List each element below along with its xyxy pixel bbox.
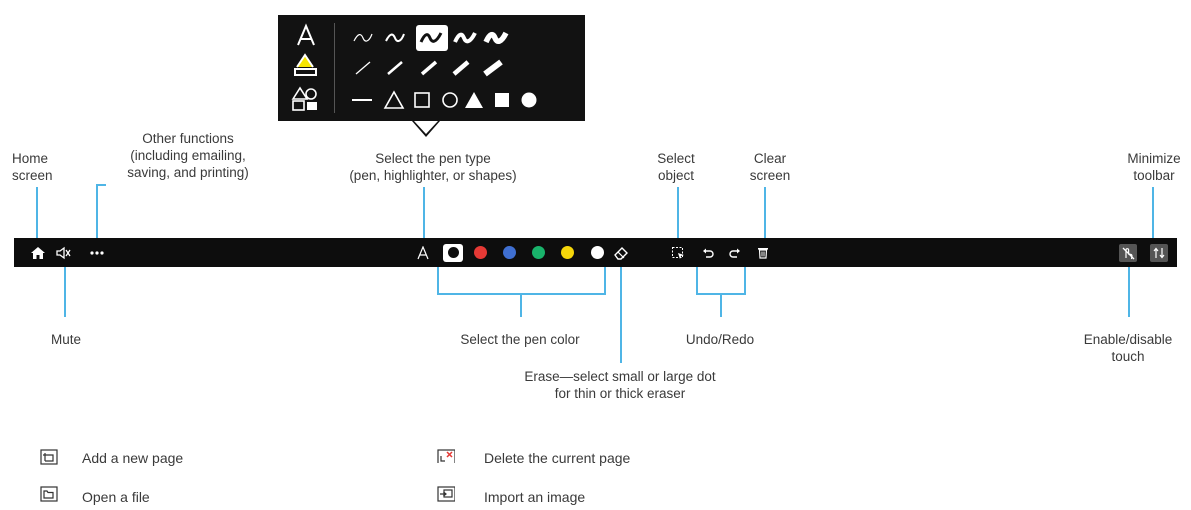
callout-eraser [620, 267, 622, 363]
callout-clear-screen [764, 187, 766, 238]
touch-toggle-icon [1122, 247, 1135, 259]
mute-button[interactable] [54, 238, 72, 267]
callout-undo-left [696, 267, 698, 295]
pen-color-black [447, 247, 459, 258]
shapes-icon[interactable] [290, 85, 320, 113]
label-home-screen: Home screen [12, 151, 53, 183]
clear-screen-button[interactable] [755, 238, 771, 267]
legend-delete-page: Delete the current page [484, 450, 631, 466]
stroke-style-icons[interactable] [348, 23, 578, 53]
line-width-icons[interactable] [348, 55, 578, 81]
touch-toggle-button[interactable] [1118, 238, 1138, 267]
popup-pointer-inner [414, 121, 438, 134]
callout-undo-stem [720, 293, 722, 317]
label-pen-color: Select the pen color [460, 332, 580, 347]
select-object-button[interactable] [669, 238, 687, 267]
pen-color-white[interactable] [589, 238, 605, 267]
select-object-icon [672, 246, 684, 259]
label-undo-redo: Undo/Redo [685, 332, 755, 347]
pen-type-button[interactable] [415, 238, 431, 267]
pen-color-selected[interactable] [441, 238, 465, 267]
label-minimize-toolbar: Minimize toolbar [1127, 151, 1181, 183]
mute-icon [56, 246, 71, 259]
eraser-button[interactable] [612, 238, 630, 267]
minimize-toolbar-button[interactable] [1149, 238, 1169, 267]
pen-color-yellow[interactable] [559, 238, 575, 267]
delete-page-icon [437, 449, 455, 463]
toolbar [14, 238, 1177, 267]
pen-icon[interactable] [292, 23, 320, 47]
redo-button[interactable] [727, 238, 743, 267]
shape-icons[interactable] [348, 87, 578, 113]
pen-color-blue[interactable] [501, 238, 517, 267]
callout-other-v [96, 184, 98, 238]
callout-color-right [604, 267, 606, 295]
label-mute: Mute [50, 332, 81, 347]
callout-undo-right [744, 267, 746, 295]
redo-icon [729, 248, 740, 258]
callout-touch [1128, 267, 1130, 317]
callout-minimize [1152, 187, 1154, 238]
home-button[interactable] [29, 238, 47, 267]
legend-add-page: Add a new page [82, 450, 184, 466]
pen-color-red[interactable] [472, 238, 488, 267]
undo-icon [703, 248, 714, 258]
label-touch: Enable/disable touch [1083, 332, 1173, 364]
label-erase: Erase—select small or large dot for thin … [524, 369, 716, 401]
pen-type-icon [417, 245, 429, 259]
eraser-icon [614, 246, 628, 260]
pen-type-popup [278, 15, 585, 121]
callout-color-stem [520, 293, 522, 317]
import-image-icon [437, 486, 455, 502]
label-select-object: Select object [657, 151, 695, 183]
open-file-icon [40, 486, 58, 502]
pen-color-green[interactable] [530, 238, 546, 267]
highlighter-icon[interactable] [290, 53, 320, 79]
legend-import-image: Import an image [484, 489, 586, 505]
label-pen-type: Select the pen type (pen, highlighter, or… [349, 151, 517, 183]
label-clear-screen: Clear screen [749, 151, 791, 183]
callout-select-object [677, 187, 679, 238]
label-other-functions: Other functions (including emailing, sav… [127, 131, 249, 180]
clear-screen-icon [758, 248, 768, 259]
callout-mute [64, 267, 66, 317]
popup-separator [334, 23, 335, 113]
minimize-toolbar-icon [1153, 247, 1165, 258]
legend-open-file: Open a file [82, 489, 150, 505]
callout-home [36, 187, 38, 238]
home-icon [31, 246, 45, 259]
undo-button[interactable] [700, 238, 716, 267]
callout-pen-type [423, 187, 425, 238]
callout-color-left [437, 267, 439, 295]
more-button[interactable] [88, 238, 106, 267]
add-page-icon [40, 449, 58, 465]
more-icon [90, 250, 104, 255]
